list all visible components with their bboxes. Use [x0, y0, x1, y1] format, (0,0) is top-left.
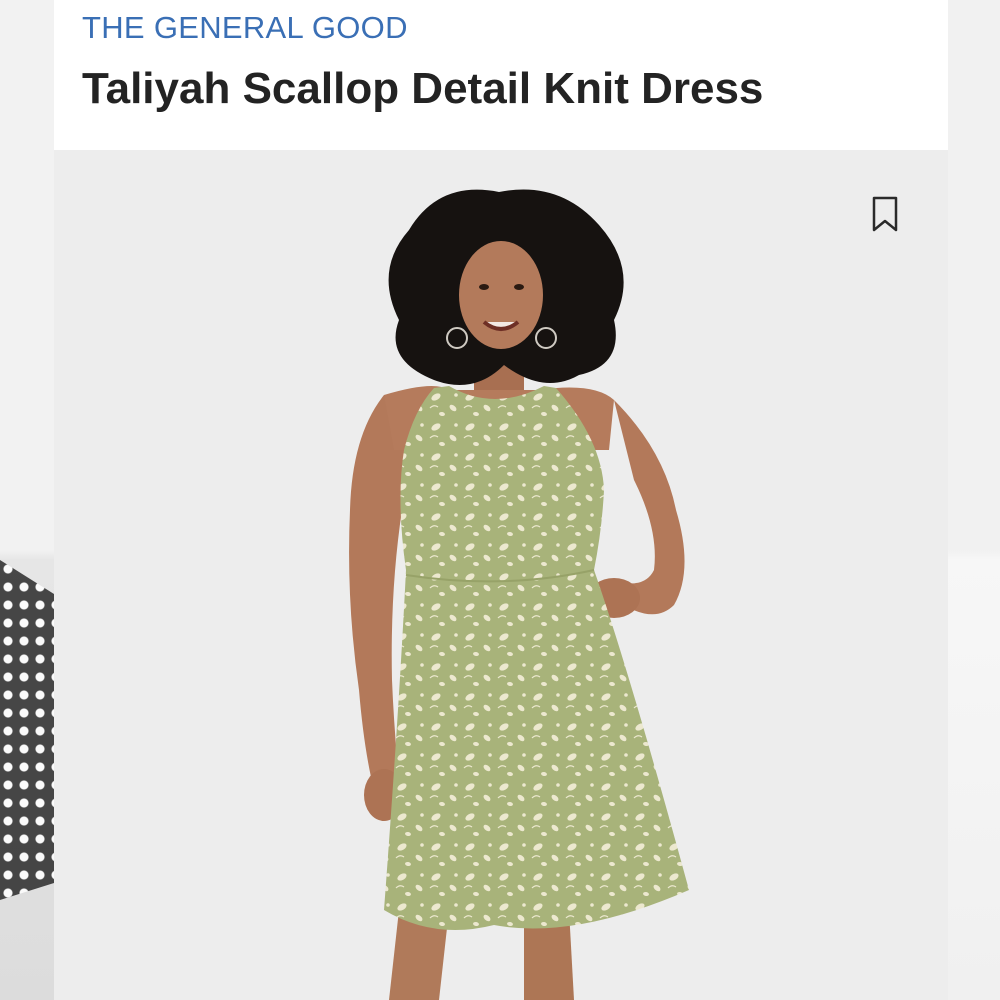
- adjacent-card-left: [0, 0, 54, 1000]
- brand-name[interactable]: THE GENERAL GOOD: [82, 10, 408, 46]
- save-button[interactable]: [868, 192, 902, 236]
- bookmark-icon: [872, 196, 898, 232]
- product-image[interactable]: [54, 150, 948, 1000]
- adjacent-card-right: [946, 0, 1000, 1000]
- adjacent-card-left-image: [0, 560, 54, 900]
- model-photo: [349, 189, 689, 1000]
- product-card[interactable]: THE GENERAL GOOD Taliyah Scallop Detail …: [54, 0, 948, 1000]
- product-title[interactable]: Taliyah Scallop Detail Knit Dress: [82, 64, 763, 114]
